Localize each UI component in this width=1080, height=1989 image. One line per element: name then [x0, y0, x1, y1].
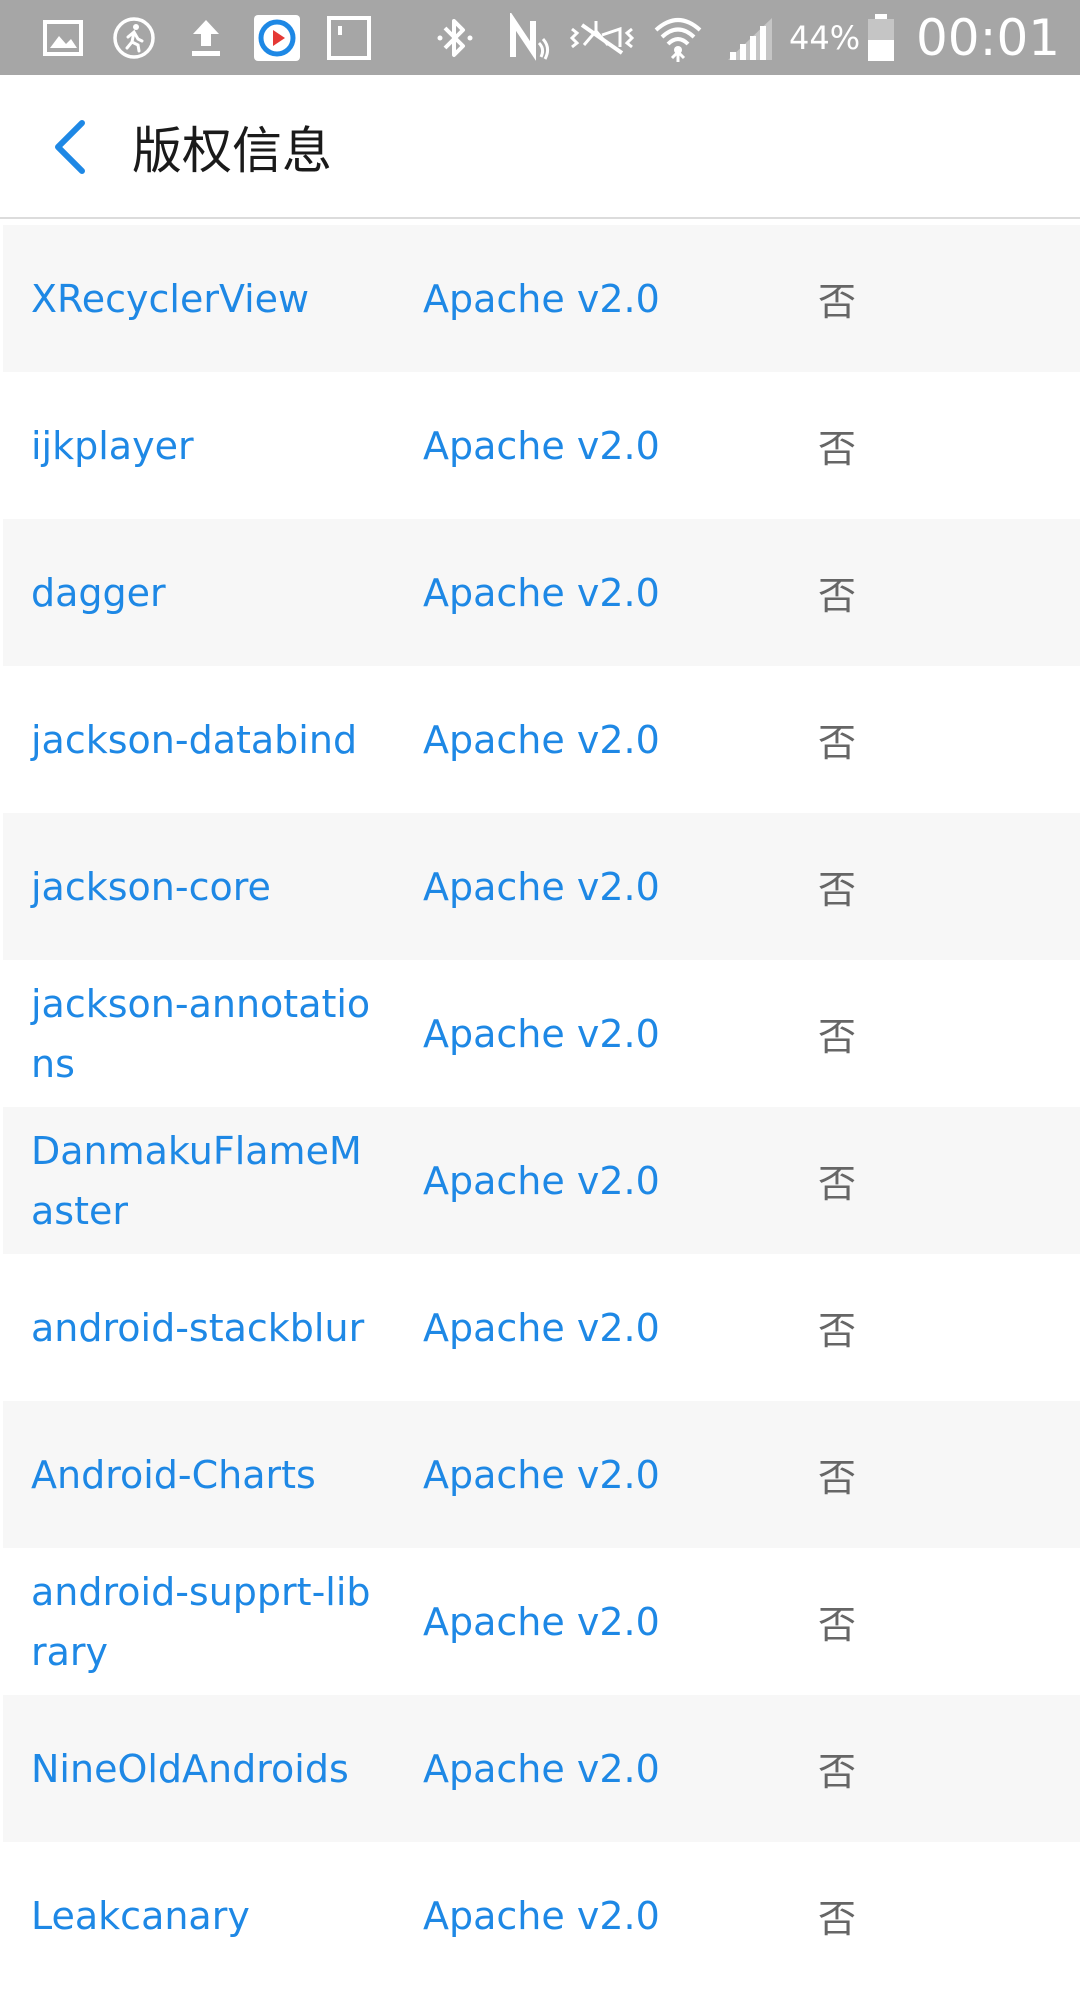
modified-flag: 否	[818, 427, 857, 471]
chevron-left-icon	[55, 120, 85, 174]
license-row[interactable]: android-stackblur Apache v2.0 否	[3, 1254, 1080, 1401]
license-row[interactable]: ijkplayer Apache v2.0 否	[3, 372, 1080, 519]
license-link[interactable]: Apache v2.0	[423, 1842, 660, 1989]
library-name[interactable]: jackson-annotations	[31, 960, 376, 1107]
license-row[interactable]: jackson-databind Apache v2.0 否	[3, 666, 1080, 813]
wifi-icon	[650, 12, 706, 64]
modified-flag: 否	[818, 1750, 857, 1794]
activity-icon	[108, 12, 160, 64]
library-name[interactable]: android-supprt-library	[31, 1548, 376, 1695]
bluetooth-icon	[432, 12, 478, 64]
library-name[interactable]: jackson-databind	[31, 666, 376, 813]
license-link[interactable]: Apache v2.0	[423, 225, 660, 372]
battery-percent: 44%	[789, 18, 861, 57]
app-bar: 版权信息	[0, 75, 1080, 219]
license-link[interactable]: Apache v2.0	[423, 1401, 660, 1548]
license-link[interactable]: Apache v2.0	[423, 960, 660, 1107]
library-name[interactable]: ijkplayer	[31, 372, 376, 519]
library-name[interactable]: NineOldAndroids	[31, 1695, 376, 1842]
modified-flag: 否	[818, 1015, 857, 1059]
app-notification-icon	[252, 12, 302, 64]
license-row[interactable]: NineOldAndroids Apache v2.0 否	[3, 1695, 1080, 1842]
square-notification-icon	[324, 12, 374, 64]
modified-flag: 否	[818, 1162, 857, 1206]
license-list: XRecyclerView Apache v2.0 否 ijkplayer Apache…	[3, 225, 1080, 1989]
license-link[interactable]: Apache v2.0	[423, 519, 660, 666]
battery-icon	[864, 12, 898, 64]
library-name[interactable]: XRecyclerView	[31, 225, 376, 372]
page-title: 版权信息	[132, 122, 332, 180]
license-link[interactable]: Apache v2.0	[423, 1695, 660, 1842]
modified-flag: 否	[818, 1603, 857, 1647]
license-link[interactable]: Apache v2.0	[423, 1107, 660, 1254]
library-name[interactable]: dagger	[31, 519, 376, 666]
signal-icon	[722, 12, 778, 64]
license-row[interactable]: jackson-core Apache v2.0 否	[3, 813, 1080, 960]
library-name[interactable]: jackson-core	[31, 813, 376, 960]
modified-flag: 否	[818, 721, 857, 765]
status-bar: 44% 00:01	[0, 0, 1080, 75]
upload-icon	[182, 12, 230, 64]
license-row[interactable]: DanmakuFlameMaster Apache v2.0 否	[3, 1107, 1080, 1254]
license-link[interactable]: Apache v2.0	[423, 666, 660, 813]
library-name[interactable]: android-stackblur	[31, 1254, 376, 1401]
license-row[interactable]: dagger Apache v2.0 否	[3, 519, 1080, 666]
license-link[interactable]: Apache v2.0	[423, 813, 660, 960]
modified-flag: 否	[818, 1309, 857, 1353]
license-row[interactable]: jackson-annotations Apache v2.0 否	[3, 960, 1080, 1107]
modified-flag: 否	[818, 574, 857, 618]
license-row[interactable]: XRecyclerView Apache v2.0 否	[3, 225, 1080, 372]
status-time: 00:01	[916, 8, 1061, 67]
license-row[interactable]: Android-Charts Apache v2.0 否	[3, 1401, 1080, 1548]
license-row[interactable]: android-supprt-library Apache v2.0 否	[3, 1548, 1080, 1695]
gallery-icon	[38, 12, 88, 64]
license-link[interactable]: Apache v2.0	[423, 1254, 660, 1401]
library-name[interactable]: Android-Charts	[31, 1401, 376, 1548]
modified-flag: 否	[818, 868, 857, 912]
license-row[interactable]: Leakcanary Apache v2.0 否	[3, 1842, 1080, 1989]
modified-flag: 否	[818, 1456, 857, 1500]
modified-flag: 否	[818, 280, 857, 324]
modified-flag: 否	[818, 1897, 857, 1941]
vibrate-icon	[566, 12, 638, 64]
license-link[interactable]: Apache v2.0	[423, 372, 660, 519]
nfc-icon	[506, 12, 552, 64]
library-name[interactable]: Leakcanary	[31, 1842, 376, 1989]
library-name[interactable]: DanmakuFlameMaster	[31, 1107, 376, 1254]
back-button[interactable]	[30, 105, 110, 189]
license-link[interactable]: Apache v2.0	[423, 1548, 660, 1695]
